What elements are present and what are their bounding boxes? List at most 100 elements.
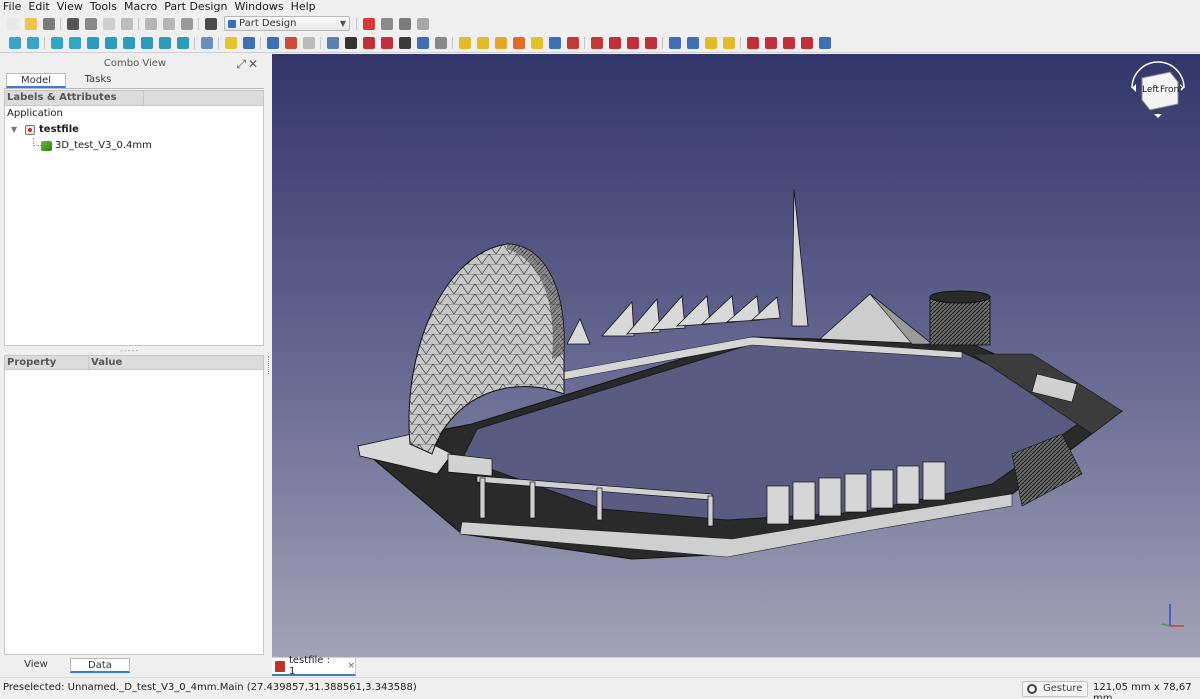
redo-button[interactable] xyxy=(160,15,177,32)
navcube-front-face[interactable]: Front xyxy=(1160,85,1183,95)
view-axonometric-button[interactable] xyxy=(66,34,83,51)
pocket-button[interactable] xyxy=(546,34,563,51)
view-isometric-button[interactable] xyxy=(48,34,65,51)
measure-button[interactable] xyxy=(198,34,215,51)
new-file-button[interactable] xyxy=(4,15,21,32)
panel-splitter[interactable]: ----- xyxy=(120,346,139,355)
run-macro-button[interactable] xyxy=(414,15,431,32)
datum-line-button[interactable] xyxy=(360,34,377,51)
mesh-icon xyxy=(41,141,52,151)
fit-all-button[interactable] xyxy=(6,34,23,51)
fillet-button[interactable] xyxy=(744,34,761,51)
create-part-icon xyxy=(224,36,237,49)
main-toolbar: Part Design ▼ xyxy=(0,14,1200,33)
menu-file[interactable]: File xyxy=(3,0,21,14)
polar-pattern-button[interactable] xyxy=(702,34,719,51)
view-top-button[interactable] xyxy=(102,34,119,51)
save-button[interactable] xyxy=(40,15,57,32)
menu-macro[interactable]: Macro xyxy=(124,0,157,14)
toolbar-separator xyxy=(196,16,202,32)
copy-button[interactable] xyxy=(100,15,117,32)
hole-button[interactable] xyxy=(564,34,581,51)
create-body-button[interactable] xyxy=(264,34,281,51)
additive-loft-button[interactable] xyxy=(492,34,509,51)
create-sketch-button[interactable] xyxy=(282,34,299,51)
thickness-button[interactable] xyxy=(798,34,815,51)
close-icon[interactable]: × xyxy=(347,661,355,671)
toolbar-separator xyxy=(660,35,666,51)
tab-data[interactable]: Data xyxy=(70,658,130,673)
print-button[interactable] xyxy=(64,15,81,32)
tab-tasks[interactable]: Tasks xyxy=(68,73,128,88)
chamfer-button[interactable] xyxy=(762,34,779,51)
linear-pattern-button[interactable] xyxy=(684,34,701,51)
menu-help[interactable]: Help xyxy=(291,0,316,14)
view-bottom-button[interactable] xyxy=(156,34,173,51)
navigation-style-button[interactable]: Gesture xyxy=(1022,681,1088,697)
undo-button[interactable] xyxy=(142,15,159,32)
clone-button[interactable] xyxy=(324,34,341,51)
navigation-cube[interactable]: Left Front xyxy=(1130,60,1186,120)
whats-this-button[interactable] xyxy=(202,15,219,32)
view-left-button[interactable] xyxy=(174,34,191,51)
paste-button[interactable] xyxy=(118,15,135,32)
navcube-left-face[interactable]: Left xyxy=(1142,85,1159,95)
create-group-button[interactable] xyxy=(240,34,257,51)
property-column-header: Property xyxy=(5,356,89,369)
refresh-button[interactable] xyxy=(178,15,195,32)
record-macro-button[interactable] xyxy=(360,15,377,32)
navigation-style-label: Gesture xyxy=(1043,683,1083,694)
chevron-down-icon[interactable]: ▼ xyxy=(11,122,17,138)
validate-sketch-button[interactable] xyxy=(300,34,317,51)
subtractive-loft-button[interactable] xyxy=(606,34,623,51)
stop-macro-button[interactable] xyxy=(378,15,395,32)
menu-edit[interactable]: Edit xyxy=(28,0,49,14)
tree-item-document[interactable]: ▼ testfile xyxy=(5,122,263,138)
additive-loft-icon xyxy=(494,36,507,49)
groove-button[interactable] xyxy=(588,34,605,51)
3d-viewport[interactable]: Left Front xyxy=(272,54,1200,657)
menu-windows[interactable]: Windows xyxy=(234,0,283,14)
view-right-button[interactable] xyxy=(120,34,137,51)
open-folder-button[interactable] xyxy=(22,15,39,32)
tab-view[interactable]: View xyxy=(6,658,66,673)
fit-selection-button[interactable] xyxy=(24,34,41,51)
view-front-button[interactable] xyxy=(84,34,101,51)
multitransform-button[interactable] xyxy=(720,34,737,51)
subshape-binder-button[interactable] xyxy=(432,34,449,51)
workbench-selector[interactable]: Part Design ▼ xyxy=(224,16,350,31)
menu-tools[interactable]: Tools xyxy=(90,0,117,14)
cut-button[interactable] xyxy=(82,15,99,32)
measure-icon xyxy=(200,36,213,49)
toolbar-separator xyxy=(216,35,222,51)
menu-part-design[interactable]: Part Design xyxy=(164,0,227,14)
shape-binder-button[interactable] xyxy=(414,34,431,51)
dock-resize-handle[interactable] xyxy=(268,356,270,374)
view-rear-button[interactable] xyxy=(138,34,155,51)
additive-helix-icon xyxy=(530,36,543,49)
additive-pipe-button[interactable] xyxy=(510,34,527,51)
local-cs-button[interactable] xyxy=(396,34,413,51)
edit-macro-button[interactable] xyxy=(396,15,413,32)
validate-sketch-icon xyxy=(302,36,315,49)
pad-button[interactable] xyxy=(456,34,473,51)
view-dimensions: 121,05 mm x 78,67 mm xyxy=(1093,682,1192,699)
tab-testfile[interactable]: testfile : 1 × xyxy=(272,655,356,677)
boolean-button[interactable] xyxy=(816,34,833,51)
revolution-button[interactable] xyxy=(474,34,491,51)
draft-button[interactable] xyxy=(780,34,797,51)
create-part-button[interactable] xyxy=(222,34,239,51)
view-right-icon xyxy=(122,36,135,49)
undo-icon xyxy=(144,17,157,30)
subtractive-pipe-button[interactable] xyxy=(624,34,641,51)
datum-point-button[interactable] xyxy=(342,34,359,51)
shape-binder-icon xyxy=(416,36,429,49)
dock-panel-buttons[interactable]: ⤢✕ xyxy=(236,57,260,72)
datum-plane-button[interactable] xyxy=(378,34,395,51)
subtractive-helix-button[interactable] xyxy=(642,34,659,51)
additive-helix-button[interactable] xyxy=(528,34,545,51)
mirrored-button[interactable] xyxy=(666,34,683,51)
tab-model[interactable]: Model xyxy=(6,73,66,88)
tree-item-mesh[interactable]: 3D_test_V3_0.4mm xyxy=(5,138,263,154)
menu-view[interactable]: View xyxy=(57,0,83,14)
